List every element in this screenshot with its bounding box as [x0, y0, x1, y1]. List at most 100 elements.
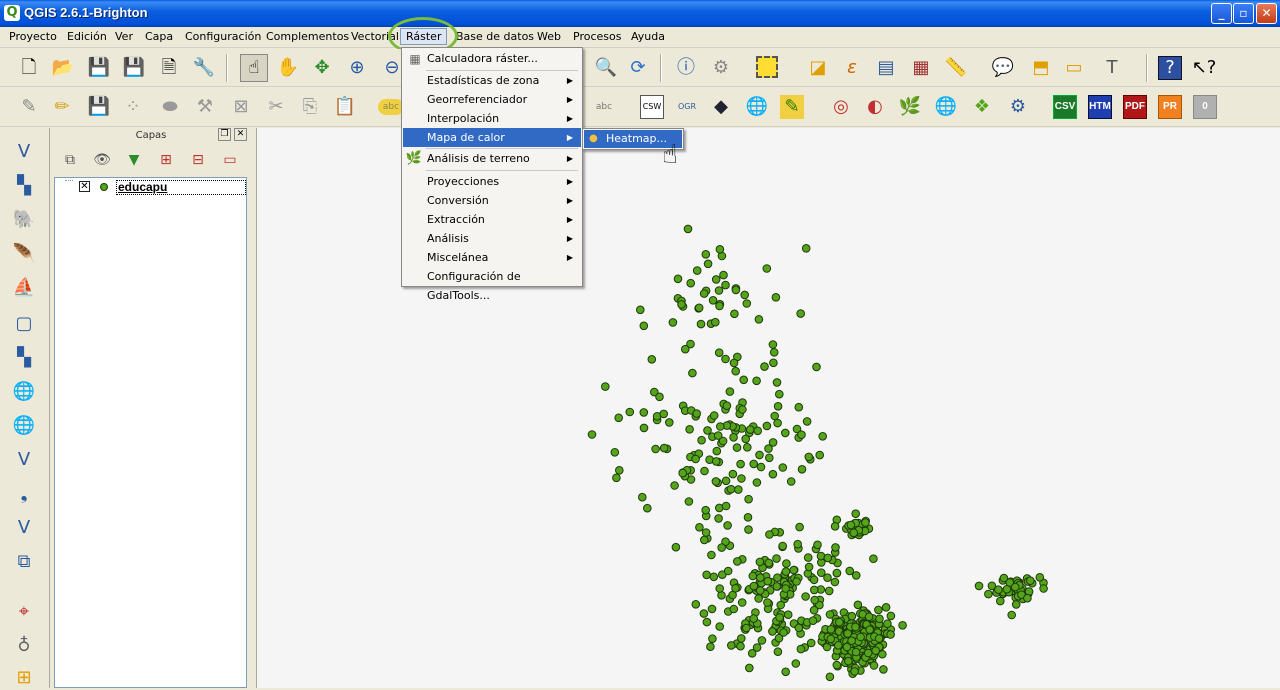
expression-select-icon[interactable]: ε — [840, 56, 864, 80]
add-group-icon[interactable]: ⧉ — [58, 148, 82, 172]
layer-visibility-checkbox[interactable]: ✕ — [79, 181, 90, 192]
filter-legend-icon[interactable]: ▼ — [122, 148, 146, 172]
add-vector-layer-icon[interactable]: V — [12, 140, 36, 164]
manage-visibility-icon[interactable]: 👁 — [90, 148, 114, 172]
zero-badge-icon[interactable]: 0 — [1193, 95, 1217, 119]
add-comma-layer-icon[interactable]: ❟ — [12, 482, 36, 506]
print-composer-icon[interactable]: 🗎 — [157, 56, 181, 80]
spin-icon[interactable]: ◐ — [863, 95, 887, 119]
expand-all-icon[interactable]: ⊞ — [154, 148, 178, 172]
add-feature-icon[interactable]: ⁘ — [121, 95, 145, 119]
menu-proyecto[interactable]: Proyecto — [9, 30, 57, 43]
zoom-in-icon[interactable]: ⊕ — [345, 56, 369, 80]
save-edits-icon[interactable]: 💾 — [87, 95, 111, 119]
cut-features-icon[interactable]: ✂ — [264, 95, 288, 119]
csv-export-icon[interactable]: CSV — [1053, 95, 1077, 119]
menu-item-interpolacion[interactable]: Interpolación ▶ — [403, 109, 581, 128]
new-spatialite-icon[interactable]: ⧉ — [12, 550, 36, 574]
label-rotate-icon[interactable]: abc — [592, 95, 616, 119]
float-panel-icon[interactable]: ❐ — [218, 128, 231, 141]
close-panel-icon[interactable]: ✕ — [234, 128, 247, 141]
tile-plugin-icon[interactable]: ❖ — [970, 95, 994, 119]
menu-item-calculadora-raster[interactable]: Calculadora ráster... — [403, 49, 581, 68]
deselect-all-icon[interactable]: ◪ — [806, 56, 830, 80]
web-globe-icon[interactable]: 🌐 — [934, 95, 958, 119]
menu-edicion[interactable]: Edición — [67, 30, 107, 43]
menu-base-de-datos[interactable]: Base de datos — [456, 30, 534, 43]
select-features-icon[interactable] — [756, 56, 778, 78]
add-delimited-text-icon[interactable]: V — [12, 448, 36, 472]
collapse-all-icon[interactable]: ⊟ — [186, 148, 210, 172]
zoom-last-icon[interactable]: 🔍 — [594, 56, 618, 80]
field-calculator-icon[interactable]: ▦ — [909, 56, 933, 80]
htm-export-icon[interactable]: HTM — [1088, 95, 1112, 119]
menu-item-estadisticas-de-zona[interactable]: Estadísticas de zona ▶ — [403, 71, 581, 90]
text-annotation-icon[interactable]: T — [1100, 56, 1124, 80]
add-wcs-layer-icon[interactable]: 🌐 — [12, 380, 36, 404]
add-raster-layer-icon[interactable]: ▚ — [12, 174, 36, 198]
add-wms-layer-icon[interactable]: ▚ — [12, 346, 36, 370]
menu-item-conversion[interactable]: Conversión ▶ — [403, 191, 581, 210]
attribute-table-icon[interactable]: ▤ — [874, 56, 898, 80]
copy-features-icon[interactable]: ⎘ — [298, 95, 322, 119]
add-mssql-layer-icon[interactable]: ⛵ — [12, 276, 36, 300]
save-as-icon[interactable]: 💾 — [122, 56, 146, 80]
delete-selected-icon[interactable]: ⊠ — [229, 95, 253, 119]
measure-line-icon[interactable]: 📏 — [944, 56, 968, 80]
menu-procesos[interactable]: Procesos — [573, 30, 621, 43]
gps-tool-icon[interactable]: ♁ — [12, 634, 36, 658]
csw-icon[interactable]: CSW — [640, 95, 664, 119]
menu-item-analisis-de-terreno[interactable]: Análisis de terreno ▶ — [403, 149, 581, 168]
pan-to-selection-icon[interactable]: ✥ — [310, 56, 334, 80]
map-tips-icon[interactable]: 💬 — [991, 56, 1015, 80]
menu-item-mapa-de-calor[interactable]: Mapa de calor ▶ — [403, 128, 581, 147]
pdf-export-icon[interactable]: PDF — [1123, 95, 1147, 119]
menu-configuracion[interactable]: Configuración — [185, 30, 261, 43]
move-feature-icon[interactable]: ⬬ — [158, 95, 182, 119]
menu-item-extraccion[interactable]: Extracción ▶ — [403, 210, 581, 229]
composer-manager-icon[interactable]: 🔧 — [192, 56, 216, 80]
add-oracle-layer-icon[interactable]: ▢ — [12, 312, 36, 336]
touch-zoom-pan-icon[interactable]: ☝ — [240, 54, 268, 82]
help-icon[interactable]: ? — [1158, 56, 1182, 80]
save-project-icon[interactable]: 💾 — [87, 56, 111, 80]
add-spatialite-layer-icon[interactable]: 🪶 — [12, 242, 36, 266]
open-project-icon[interactable]: 📂 — [51, 56, 75, 80]
remove-layer-icon[interactable]: ▭ — [218, 148, 242, 172]
pan-map-icon[interactable]: ✋ — [276, 56, 300, 80]
plugin-grid-icon[interactable]: ⊞ — [12, 666, 36, 690]
menu-item-configuracion-gdaltools[interactable]: Configuración de GdalTools... — [403, 267, 581, 302]
current-edits-icon[interactable]: ✎ — [17, 95, 41, 119]
leaf-plugin-icon[interactable]: 🌿 — [898, 95, 922, 119]
maximize-button[interactable]: ▫ — [1233, 3, 1254, 24]
toggle-editing-icon[interactable]: ✏ — [50, 95, 74, 119]
menu-item-miscelanea[interactable]: Miscelánea ▶ — [403, 248, 581, 267]
menu-ver[interactable]: Ver — [115, 30, 133, 43]
pr-export-icon[interactable]: PR — [1158, 95, 1182, 119]
new-bookmark-icon[interactable]: ⬒ — [1029, 56, 1053, 80]
menu-ayuda[interactable]: Ayuda — [631, 30, 665, 43]
crosshair-icon[interactable]: ⌖ — [12, 600, 36, 624]
refresh-icon[interactable]: ⟳ — [626, 56, 650, 80]
globe-gear-icon[interactable]: ⚙ — [1006, 95, 1030, 119]
menu-web[interactable]: Web — [537, 30, 561, 43]
new-project-icon[interactable]: 🗋 — [17, 56, 41, 80]
layer-tool-icon[interactable]: ◆ — [709, 95, 733, 119]
minimize-button[interactable]: _ — [1211, 3, 1232, 24]
menu-capa[interactable]: Capa — [145, 30, 173, 43]
close-button[interactable]: ✕ — [1256, 3, 1277, 24]
new-shapefile-icon[interactable]: V — [12, 516, 36, 540]
action-gear-icon[interactable]: ⚙ — [709, 56, 733, 80]
show-bookmarks-icon[interactable]: ▭ — [1062, 56, 1086, 80]
menu-item-georreferenciador[interactable]: Georreferenciador ▶ — [403, 90, 581, 109]
globe-search-icon[interactable]: 🌐 — [745, 95, 769, 119]
whats-this-icon[interactable]: ↖? — [1192, 56, 1217, 80]
add-wfs-layer-icon[interactable]: 🌐 — [12, 414, 36, 438]
menu-item-analisis[interactable]: Análisis ▶ — [403, 229, 581, 248]
plugin-tool-icon[interactable]: ✎ — [780, 95, 804, 119]
add-postgis-layer-icon[interactable]: 🐘 — [12, 208, 36, 232]
node-tool-icon[interactable]: ⚒ — [193, 95, 217, 119]
ogr-converter-icon[interactable]: OGR — [675, 95, 699, 119]
menu-item-proyecciones[interactable]: Proyecciones ▶ — [403, 172, 581, 191]
menu-complementos[interactable]: Complementos — [266, 30, 349, 43]
